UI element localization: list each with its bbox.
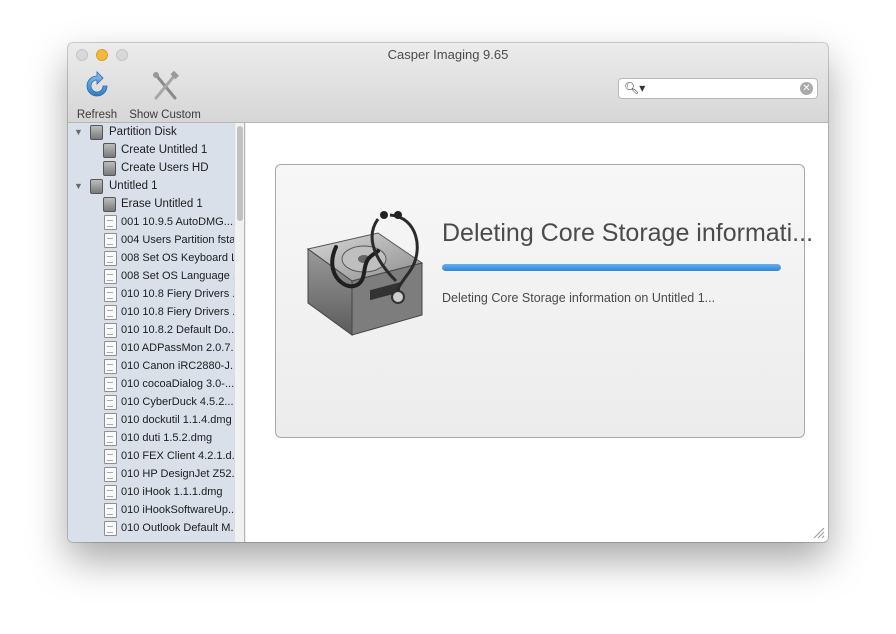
title-bar: Casper Imaging 9.65 Refresh Show Custom … [68, 43, 828, 123]
list-item[interactable]: 010 Canon iRC2880-J... [68, 358, 239, 376]
document-icon [104, 521, 117, 536]
sidebar-item-label: 010 10.8 Fiery Drivers ... [121, 306, 242, 318]
progress-title: Deleting Core Storage informati... [442, 219, 814, 247]
list-item[interactable]: 010 iHook 1.1.1.dmg [68, 484, 234, 502]
document-icon [104, 377, 117, 392]
list-item[interactable]: 010 FEX Client 4.2.1.d... [68, 448, 241, 466]
sidebar-item-create-users-hd[interactable]: Create Users HD [68, 160, 234, 178]
disk-utility-stethoscope-icon [306, 211, 424, 336]
disclosure-triangle-icon[interactable]: ▼ [74, 127, 83, 137]
document-icon [104, 341, 117, 356]
sidebar-item-label: 010 Canon iRC2880-J... [121, 360, 240, 372]
document-icon [104, 323, 117, 338]
document-icon [104, 467, 117, 482]
sidebar-item-label: 010 ADPassMon 2.0.7.... [121, 342, 243, 354]
main-content: Deleting Core Storage informati... Delet… [246, 123, 828, 542]
sidebar-item-label: 010 iHook 1.1.1.dmg [121, 486, 223, 498]
search-field[interactable]: 🔍︎▾ ✕ [618, 78, 818, 99]
list-item[interactable]: 008 Set OS Language ... [68, 268, 242, 286]
sidebar-item-label: Untitled 1 [109, 180, 158, 192]
list-item[interactable]: 010 CyberDuck 4.5.2.... [68, 394, 237, 412]
list-item[interactable]: 010 Outlook Default M... [68, 520, 240, 538]
list-item[interactable]: 010 dockutil 1.1.4.dmg [68, 412, 234, 430]
document-icon [104, 287, 117, 302]
tools-icon [153, 71, 179, 100]
refresh-label: Refresh [76, 109, 118, 121]
document-icon [104, 251, 117, 266]
show-custom-button[interactable]: Show Custom [126, 71, 204, 121]
sidebar-item-label: 010 HP DesignJet Z52... [121, 468, 241, 480]
sidebar-item-label: 010 FEX Client 4.2.1.d... [121, 450, 241, 462]
list-item[interactable]: 010 10.8 Fiery Drivers ... [68, 286, 241, 304]
document-icon [104, 233, 117, 248]
gear-disk-icon [90, 125, 103, 140]
sidebar-item-label: 010 10.8 Fiery Drivers ... [121, 288, 242, 300]
sidebar-item-label: 010 cocoaDialog 3.0-... [121, 378, 235, 390]
sidebar-item-label: 001 10.9.5 AutoDMG.... [121, 216, 236, 228]
document-icon [104, 215, 117, 230]
sidebar-scrollbar[interactable] [234, 123, 244, 542]
refresh-button[interactable]: Refresh [76, 71, 118, 121]
progress-detail: Deleting Core Storage information on Unt… [442, 291, 716, 305]
window-title: Casper Imaging 9.65 [387, 47, 509, 62]
disk-icon [103, 143, 116, 158]
list-item[interactable]: 001 10.9.5 AutoDMG.... [68, 214, 236, 232]
progress-panel: Deleting Core Storage informati... Delet… [275, 164, 813, 438]
disk-icon [103, 161, 116, 176]
disk-icon [103, 197, 116, 212]
list-item[interactable]: 010 ADPassMon 2.0.7.... [68, 340, 243, 358]
sidebar-item-label: 008 Set OS Keyboard L... [121, 252, 245, 264]
document-icon [104, 503, 117, 518]
list-item[interactable]: 010 10.8 Fiery Drivers ... [68, 304, 241, 322]
clear-search-icon[interactable]: ✕ [800, 82, 813, 95]
document-icon [104, 449, 117, 464]
sidebar-outline: ▼ Partition Disk Create Untitled 1 Creat… [68, 123, 245, 542]
list-item[interactable]: 010 iHookSoftwareUp... [68, 502, 238, 520]
disclosure-triangle-icon[interactable]: ▼ [74, 181, 83, 191]
sidebar-item-create-untitled[interactable]: Create Untitled 1 [68, 142, 234, 160]
document-icon [104, 269, 117, 284]
sidebar-item-label: Partition Disk [109, 126, 177, 138]
sidebar-item-untitled-1[interactable]: ▼ Untitled 1 [68, 178, 234, 196]
sidebar-item-erase-untitled[interactable]: Erase Untitled 1 [68, 196, 234, 214]
document-icon [104, 305, 117, 320]
disk-icon [90, 179, 103, 194]
document-icon [104, 485, 117, 500]
list-item[interactable]: 010 duti 1.5.2.dmg [68, 430, 234, 448]
app-window: Casper Imaging 9.65 Refresh Show Custom … [68, 43, 828, 542]
sidebar-item-label: Erase Untitled 1 [121, 198, 203, 210]
sidebar-item-label: 008 Set OS Language ... [121, 270, 243, 282]
list-item[interactable]: 010 10.8.2 Default Do... [68, 322, 238, 340]
list-item[interactable]: 008 Set OS Keyboard L... [68, 250, 244, 268]
resize-grip-icon[interactable] [813, 527, 825, 539]
document-icon [104, 395, 117, 410]
sidebar-item-label: 010 Outlook Default M... [121, 522, 240, 534]
search-icon: 🔍︎▾ [624, 81, 646, 95]
sidebar-item-partition-disk[interactable]: ▼ Partition Disk [68, 124, 234, 142]
show-custom-label: Show Custom [129, 109, 201, 121]
sidebar-item-label: Create Users HD [121, 162, 209, 174]
sidebar-item-label: 004 Users Partition fsta... [121, 234, 245, 246]
document-icon [104, 359, 117, 374]
sidebar-item-label: 010 10.8.2 Default Do... [121, 324, 238, 336]
scrollbar-thumb[interactable] [237, 126, 243, 221]
sidebar-item-label: 010 dockutil 1.1.4.dmg [121, 414, 232, 426]
document-icon [104, 431, 117, 446]
progress-bar [442, 264, 781, 271]
list-item[interactable]: 010 cocoaDialog 3.0-... [68, 376, 234, 394]
sidebar-item-label: 010 duti 1.5.2.dmg [121, 432, 213, 444]
list-item[interactable]: 010 HP DesignJet Z52... [68, 466, 241, 484]
list-item[interactable]: 004 Users Partition fsta... [68, 232, 244, 250]
document-icon [104, 413, 117, 428]
sidebar-item-label: 010 iHookSoftwareUp... [121, 504, 238, 516]
refresh-icon [86, 71, 108, 97]
sidebar-item-label: Create Untitled 1 [121, 144, 208, 156]
progress-bar-fill [442, 264, 781, 271]
sidebar-item-label: 010 CyberDuck 4.5.2.... [121, 396, 237, 408]
